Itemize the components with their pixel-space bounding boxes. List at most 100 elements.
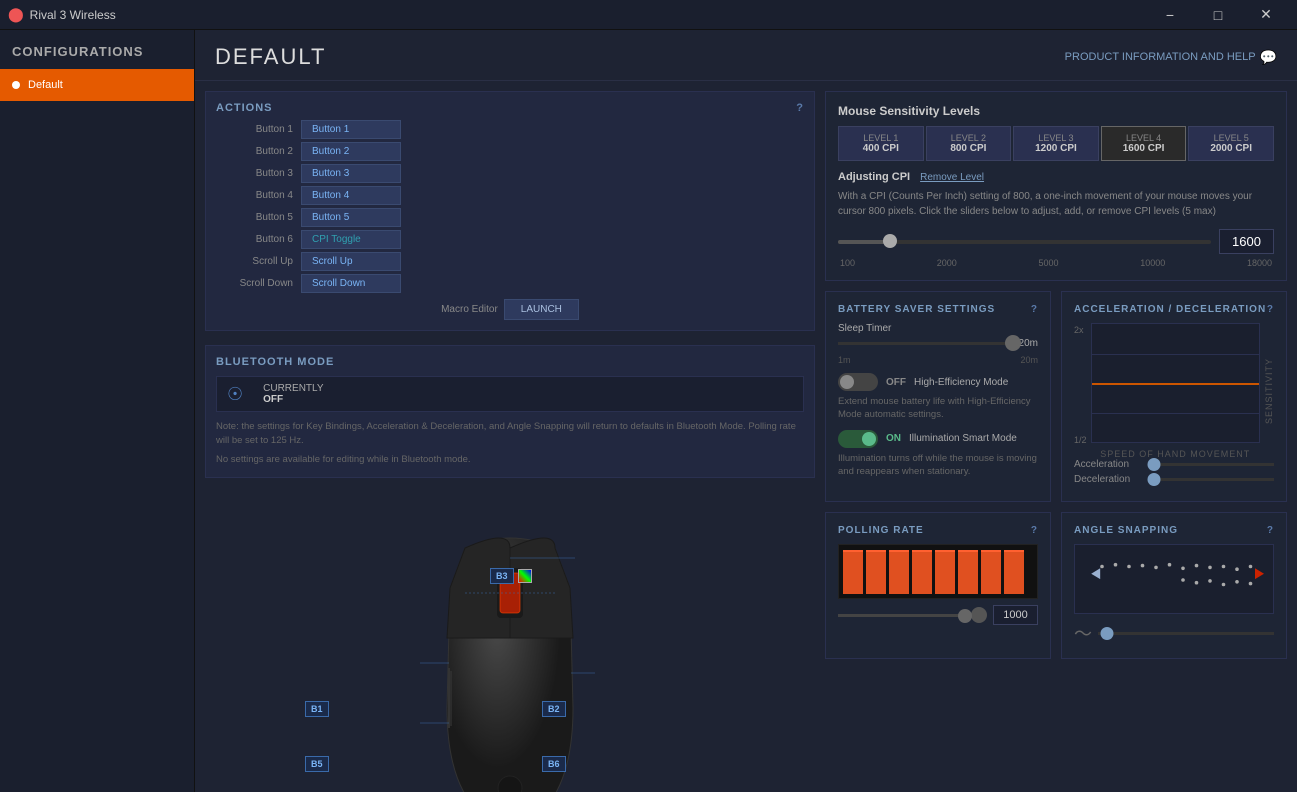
high-efficiency-state: OFF xyxy=(886,377,906,388)
angle-help-icon: ? xyxy=(1267,525,1274,536)
action-btn-3[interactable]: Button 4 xyxy=(301,186,401,205)
bluetooth-toggle: ☉ CURRENTLY OFF xyxy=(216,376,804,412)
illumination-label: Illumination Smart Mode xyxy=(909,433,1017,444)
sleep-ticks: 1m 20m xyxy=(838,355,1038,365)
b3-color-indicator xyxy=(518,569,532,583)
grid-line-3 xyxy=(1092,413,1259,414)
b5-label: B5 xyxy=(305,756,329,772)
high-efficiency-row: OFF High-Efficiency Mode xyxy=(838,373,1038,391)
cpi-slider-thumb[interactable] xyxy=(883,234,897,248)
sidebar: CONFIGURATIONS Default xyxy=(0,30,195,792)
poll-bar-4 xyxy=(935,550,955,594)
product-info-link[interactable]: PRODUCT INFORMATION AND HELP 💬 xyxy=(1065,49,1277,66)
accel-graph-wrapper: SPEED OF HAND MOVEMENT xyxy=(1091,323,1260,459)
b6-label: B6 xyxy=(542,756,566,772)
macro-editor-label: Macro Editor xyxy=(441,304,498,315)
action-btn-6[interactable]: Scroll Up xyxy=(301,252,401,271)
polling-slider[interactable] xyxy=(838,614,965,617)
action-btn-4[interactable]: Button 5 xyxy=(301,208,401,227)
cpi-level-5-name: LEVEL 5 xyxy=(1193,133,1269,143)
titlebar: ⬤ Rival 3 Wireless − □ ✕ xyxy=(0,0,1297,30)
cpi-level-1[interactable]: LEVEL 1 400 CPI xyxy=(838,126,924,161)
action-label-1: Button 2 xyxy=(216,146,301,157)
sleep-slider[interactable] xyxy=(838,342,1013,345)
cpi-level-4[interactable]: LEVEL 4 1600 CPI xyxy=(1101,126,1187,161)
action-label-5: Button 6 xyxy=(216,234,301,245)
app-title: Rival 3 Wireless xyxy=(30,8,116,22)
cpi-level-3-name: LEVEL 3 xyxy=(1018,133,1094,143)
mouse-image xyxy=(405,508,615,792)
maximize-button[interactable]: □ xyxy=(1195,0,1241,30)
polling-section-title: POLLING RATE ? xyxy=(838,525,1038,536)
mouse-label-b3: B3 xyxy=(490,568,532,584)
poll-value: 1000 xyxy=(993,605,1038,625)
poll-bar-5 xyxy=(958,550,978,594)
action-btn-5[interactable]: CPI Toggle xyxy=(301,230,401,249)
illumination-state: ON xyxy=(886,433,901,444)
cpi-level-1-name: LEVEL 1 xyxy=(843,133,919,143)
cpi-level-2-name: LEVEL 2 xyxy=(931,133,1007,143)
decel-slider[interactable] xyxy=(1148,478,1274,481)
cpi-level-2[interactable]: LEVEL 2 800 CPI xyxy=(926,126,1012,161)
action-row-2: Button 3 Button 3 xyxy=(216,164,804,183)
action-row-3: Button 4 Button 4 xyxy=(216,186,804,205)
poll-thumb[interactable] xyxy=(958,609,972,623)
accel-slider[interactable] xyxy=(1148,463,1274,466)
sleep-timer-label: Sleep Timer xyxy=(838,323,1038,334)
high-efficiency-toggle[interactable] xyxy=(838,373,878,391)
accel-slider-row: Acceleration xyxy=(1074,459,1274,470)
bt-status-line1: CURRENTLY xyxy=(263,383,323,394)
angle-panel: ANGLE SNAPPING ? xyxy=(1061,512,1287,659)
illumination-row: ON Illumination Smart Mode xyxy=(838,430,1038,448)
angle-thumb[interactable] xyxy=(1100,627,1113,640)
page-title: DEFAULT xyxy=(215,44,326,70)
cpi-level-3-val: 1200 CPI xyxy=(1018,143,1094,154)
action-row-0: Button 1 Button 1 xyxy=(216,120,804,139)
remove-level-link[interactable]: Remove Level xyxy=(920,172,984,183)
sleep-slider-area: 20m xyxy=(838,338,1038,349)
accel-thumb[interactable] xyxy=(1148,458,1161,471)
sleep-max: 20m xyxy=(1020,355,1038,365)
product-info-label: PRODUCT INFORMATION AND HELP xyxy=(1065,51,1256,63)
mouse-label-b6: B6 xyxy=(542,758,566,770)
left-panel: ACTIONS ? Button 1 Button 1 Button 2 But… xyxy=(195,81,815,792)
mouse-label-b1: B1 xyxy=(305,703,329,715)
action-row-4: Button 5 Button 5 xyxy=(216,208,804,227)
close-button[interactable]: ✕ xyxy=(1243,0,1289,30)
b2-label: B2 xyxy=(542,701,566,717)
cpi-level-4-name: LEVEL 4 xyxy=(1106,133,1182,143)
main-layout: CONFIGURATIONS Default DEFAULT PRODUCT I… xyxy=(0,30,1297,792)
illumination-toggle[interactable] xyxy=(838,430,878,448)
cpi-level-3[interactable]: LEVEL 3 1200 CPI xyxy=(1013,126,1099,161)
sleep-value: 20m xyxy=(1019,338,1038,349)
angle-slider[interactable] xyxy=(1098,632,1274,635)
action-label-3: Button 4 xyxy=(216,190,301,201)
sleep-thumb[interactable] xyxy=(1005,335,1021,351)
sidebar-item-label: Default xyxy=(28,79,63,91)
decel-slider-row: Deceleration xyxy=(1074,474,1274,485)
accel-line xyxy=(1092,383,1259,385)
sidebar-dot xyxy=(12,81,20,89)
angle-section-title: ANGLE SNAPPING ? xyxy=(1074,525,1274,536)
action-btn-2[interactable]: Button 3 xyxy=(301,164,401,183)
accel-graph-container: 2x 1/2 xyxy=(1074,323,1274,459)
action-btn-1[interactable]: Button 2 xyxy=(301,142,401,161)
decel-thumb[interactable] xyxy=(1148,473,1161,486)
sidebar-item-default[interactable]: Default xyxy=(0,69,194,101)
action-row-1: Button 2 Button 2 xyxy=(216,142,804,161)
launch-button[interactable]: LAUNCH xyxy=(504,299,579,320)
cpi-level-5[interactable]: LEVEL 5 2000 CPI xyxy=(1188,126,1274,161)
action-btn-0[interactable]: Button 1 xyxy=(301,120,401,139)
cpi-slider[interactable] xyxy=(838,240,1211,244)
content-area: DEFAULT PRODUCT INFORMATION AND HELP 💬 A… xyxy=(195,30,1297,792)
titlebar-left: ⬤ Rival 3 Wireless xyxy=(8,6,116,23)
b3-label: B3 xyxy=(490,568,514,584)
bluetooth-icon: ☉ xyxy=(227,384,243,405)
polling-help-icon: ? xyxy=(1031,525,1038,536)
app-icon: ⬤ xyxy=(8,6,24,23)
action-btn-7[interactable]: Scroll Down xyxy=(301,274,401,293)
cpi-ticks: 100 2000 5000 10000 18000 xyxy=(838,258,1274,268)
cpi-tick-2: 5000 xyxy=(1038,258,1058,268)
angle-graph xyxy=(1074,544,1274,614)
minimize-button[interactable]: − xyxy=(1147,0,1193,30)
